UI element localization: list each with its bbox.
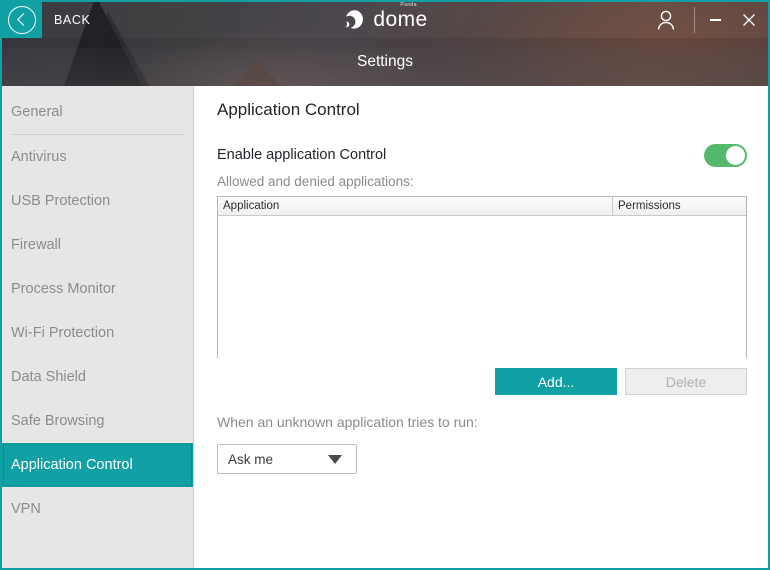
sidebar-item-process-monitor[interactable]: Process Monitor (2, 267, 193, 311)
sidebar-item-label: Firewall (11, 237, 61, 253)
close-button[interactable] (732, 2, 766, 38)
applications-table-body[interactable] (218, 216, 746, 358)
user-account-button[interactable] (644, 2, 688, 38)
sidebar-item-antivirus[interactable]: Antivirus (2, 135, 193, 179)
sidebar-item-label: USB Protection (11, 193, 111, 209)
delete-button: Delete (625, 368, 747, 395)
toggle-knob (726, 145, 745, 165)
unknown-application-label: When an unknown application tries to run… (217, 414, 478, 430)
enable-application-control-toggle[interactable] (704, 143, 747, 167)
page-header-title: Settings (356, 53, 413, 70)
brand-tiny-label: Panda (400, 2, 417, 8)
sidebar-item-label: Application Control (11, 457, 133, 473)
chevron-down-icon (328, 454, 342, 464)
sidebar-item-safe-browsing[interactable]: Safe Browsing (2, 399, 193, 443)
settings-panel: Application Control Enable application C… (195, 86, 768, 568)
allowed-denied-applications-label: Allowed and denied applications: (217, 174, 414, 189)
minimize-icon (709, 19, 721, 21)
sidebar-item-label: Safe Browsing (11, 413, 105, 429)
titlebar-divider (694, 7, 695, 33)
applications-table[interactable]: Application Permissions (217, 196, 747, 358)
sidebar-item-label: Antivirus (11, 149, 67, 165)
settings-header-bar: Settings (2, 38, 768, 86)
settings-sidebar: General Antivirus USB Protection Firewal… (2, 86, 194, 568)
table-action-buttons: Add... Delete (217, 368, 747, 395)
back-button[interactable] (2, 2, 42, 38)
minimize-button[interactable] (698, 2, 732, 38)
sidebar-item-general[interactable]: General (2, 90, 193, 134)
panda-dome-window: BACK Panda dome Settings General Antivir… (0, 0, 770, 570)
column-header-permissions[interactable]: Permissions (613, 197, 746, 215)
content-area: General Antivirus USB Protection Firewal… (2, 86, 768, 568)
sidebar-item-label: Data Shield (11, 369, 86, 385)
sidebar-item-data-shield[interactable]: Data Shield (2, 355, 193, 399)
brand-name-label: dome (373, 8, 428, 31)
sidebar-item-label: General (11, 104, 63, 120)
close-icon (743, 14, 755, 26)
sidebar-item-wifi-protection[interactable]: Wi-Fi Protection (2, 311, 193, 355)
panda-logo-icon (342, 8, 366, 32)
unknown-application-select-value: Ask me (228, 451, 274, 467)
back-button-label[interactable]: BACK (54, 2, 90, 38)
applications-table-header: Application Permissions (218, 197, 746, 216)
brand-logo: Panda dome (342, 2, 427, 38)
enable-application-control-row: Enable application Control (217, 142, 747, 168)
sidebar-item-label: Process Monitor (11, 281, 116, 297)
enable-application-control-label: Enable application Control (217, 147, 387, 163)
page-title: Application Control (217, 100, 360, 119)
user-account-icon (657, 10, 675, 30)
sidebar-item-vpn[interactable]: VPN (2, 487, 193, 531)
chevron-left-circle-icon (8, 6, 36, 34)
sidebar-item-application-control[interactable]: Application Control (2, 443, 193, 487)
sidebar-item-firewall[interactable]: Firewall (2, 223, 193, 267)
title-bar: BACK Panda dome (2, 2, 768, 38)
unknown-application-select[interactable]: Ask me (217, 444, 357, 474)
sidebar-item-usb-protection[interactable]: USB Protection (2, 179, 193, 223)
sidebar-item-label: Wi-Fi Protection (11, 325, 115, 341)
sidebar-item-label: VPN (11, 501, 41, 517)
add-button[interactable]: Add... (495, 368, 617, 395)
column-header-application[interactable]: Application (218, 197, 613, 215)
